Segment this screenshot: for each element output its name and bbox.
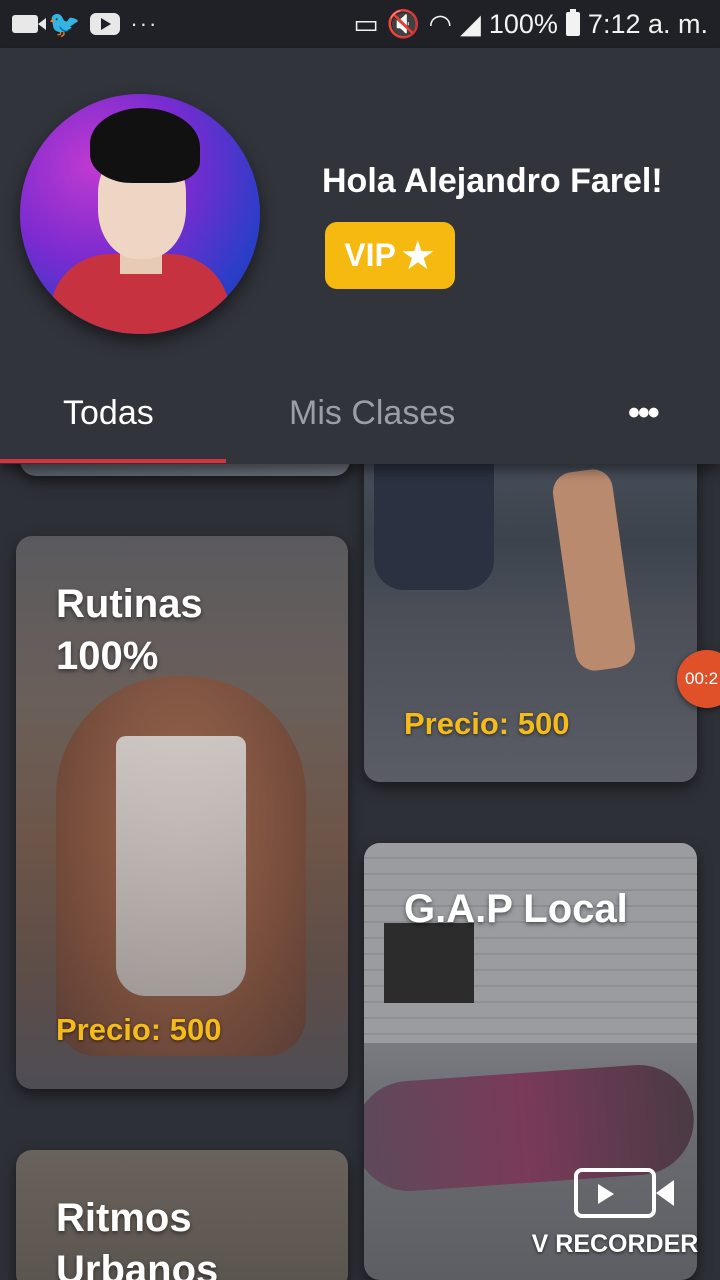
star-icon: ★ — [399, 233, 436, 278]
card-image-window — [384, 923, 474, 1003]
recorder-watermark: V RECORDER — [530, 1168, 700, 1268]
twitter-icon: 🐦 — [48, 8, 81, 39]
class-card-rutinas[interactable]: Rutinas 100% Precio: 500 — [16, 536, 348, 1089]
card-price: Precio: 500 — [404, 706, 570, 741]
card-title: Ritmos Urbanos — [56, 1196, 219, 1280]
battery-percent: 100% — [488, 8, 558, 39]
greeting-text: Hola Alejandro Farel! — [322, 162, 663, 200]
cast-icon: ▭ — [353, 8, 379, 39]
app-screen: 🐦 ··· ▭ 🔇 ◠ ◢ 100% 7:12 a. m. Hola Aleja… — [0, 0, 720, 1280]
vip-badge: VIP ★ — [325, 222, 455, 289]
more-options-icon[interactable]: ••• — [628, 394, 660, 433]
tab-mis-clases[interactable]: Mis Clases — [289, 394, 455, 433]
video-recorder-icon — [574, 1168, 674, 1218]
tab-todas[interactable]: Todas — [63, 394, 154, 433]
status-bar: 🐦 ··· ▭ 🔇 ◠ ◢ 100% 7:12 a. m. — [0, 0, 720, 48]
mute-icon: 🔇 — [386, 9, 421, 39]
youtube-icon — [90, 13, 121, 35]
profile-header: Hola Alejandro Farel! VIP ★ Todas Mis Cl… — [0, 48, 720, 464]
card-image-mat — [364, 600, 697, 782]
class-card-ritmos[interactable]: Ritmos Urbanos — [16, 1150, 348, 1280]
vip-label: VIP — [344, 237, 396, 273]
battery-icon — [565, 9, 580, 36]
notification-icons: 🐦 ··· — [12, 9, 158, 40]
recorder-label: V RECORDER — [531, 1230, 699, 1258]
signal-icon: ◢ — [460, 8, 481, 39]
avatar[interactable] — [20, 94, 260, 334]
card-price: Precio: 500 — [56, 1012, 222, 1047]
avatar-hair — [90, 108, 200, 183]
clock: 7:12 a. m. — [587, 8, 708, 39]
wifi-icon: ◠ — [428, 8, 453, 39]
card-title: G.A.P Local — [404, 887, 628, 931]
video-camera-icon — [12, 15, 46, 33]
tab-bar: Todas Mis Clases ••• — [0, 360, 720, 464]
system-icons: ▭ 🔇 ◠ ◢ 100% 7:12 a. m. — [353, 8, 708, 40]
class-card-plank[interactable]: Precio: 500 — [364, 410, 697, 782]
play-icon — [598, 1184, 614, 1204]
tab-indicator — [0, 459, 226, 463]
card-title: Rutinas 100% — [56, 582, 203, 678]
card-image-tank — [116, 736, 246, 996]
more-notifications-icon: ··· — [130, 11, 159, 36]
